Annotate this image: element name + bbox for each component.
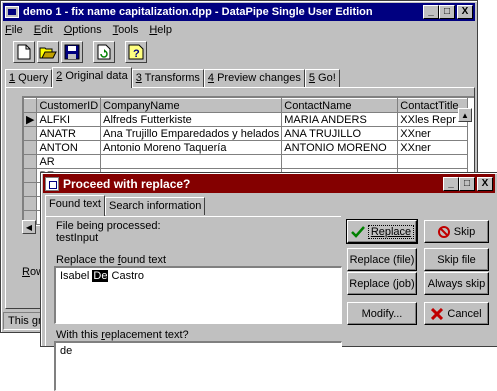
row-indicator-header [24,98,38,113]
refresh-icon [97,44,111,60]
save-button[interactable] [61,41,83,63]
save-icon [64,44,80,60]
found-text-after: Castro [108,270,144,282]
tab-query[interactable]: 1 Query [5,69,53,87]
table-cell[interactable]: ANTON [36,140,102,155]
current-row-indicator: ▶ [24,112,38,127]
tab-search-information[interactable]: Search information [104,197,206,215]
dialog-maximize-button[interactable]: □ [459,177,475,191]
table-cell[interactable]: MARIA ANDERS [281,112,399,127]
table-cell[interactable] [100,154,283,169]
toolbar: ? [13,41,147,63]
dialog-title-bar[interactable]: Proceed with replace? [43,174,495,193]
table-cell[interactable]: ANTONIO MORENO [281,140,399,155]
new-button[interactable] [13,41,35,63]
menu-edit[interactable]: Edit [34,24,53,36]
table-cell[interactable]: XXner [397,126,469,141]
checkmark-icon [350,225,365,238]
table-cell[interactable]: Antonio Moreno Taquería [100,140,283,155]
table-cell[interactable]: XXner [397,140,469,155]
tab-found-text[interactable]: Found text [45,195,105,216]
replace-button[interactable]: Replace [346,219,418,244]
dialog-title: Proceed with replace? [63,176,191,191]
file-processed-value: testInput [56,232,99,244]
modify-button[interactable]: Modify... [347,302,417,325]
help-icon: ? [128,44,144,60]
table-row[interactable]: AR [24,154,469,169]
table-cell[interactable] [397,154,469,169]
row-indicator [24,182,38,197]
table-cell[interactable]: ANATR [36,126,102,141]
menu-help[interactable]: Help [149,24,172,36]
replace-dialog: Proceed with replace? _ □ X Found text S… [40,172,497,391]
svg-text:?: ? [133,48,140,60]
scroll-up-arrow[interactable]: ▲ [458,108,472,122]
table-header-row: CustomerID CompanyName ContactName Conta… [24,98,469,113]
table-cell[interactable]: Alfreds Futterkiste [100,112,283,127]
menu-tools[interactable]: Tools [113,24,139,36]
table-row[interactable]: ANTON Antonio Moreno Taquería ANTONIO MO… [24,140,469,155]
scroll-left-arrow[interactable]: ◀ [22,220,36,234]
main-window-controls: _ □ X [423,5,473,19]
main-title: demo 1 - fix name capitalization.dpp - D… [23,6,373,18]
table-cell[interactable] [281,154,399,169]
minimize-button[interactable]: _ [423,5,439,19]
main-tabs: 1 Query 2 Original data 3 Transforms 4 P… [5,67,340,88]
no-entry-icon [437,225,450,238]
tab-original-data[interactable]: 2 Original data [52,67,132,88]
menu-file[interactable]: File [5,24,23,36]
replacement-text-label: With this replacement text? [56,329,189,341]
dialog-minimize-button[interactable]: _ [443,177,459,191]
row-indicator [24,154,38,169]
skip-file-button[interactable]: Skip file [424,248,489,271]
dialog-window-controls: _ □ X [443,177,493,191]
cancel-x-icon [431,307,444,320]
dialog-tabs: Found text Search information [45,195,206,216]
always-skip-button[interactable]: Always skip [424,272,489,295]
table-cell[interactable]: AR [36,154,102,169]
cancel-button[interactable]: Cancel [424,302,489,325]
tab-preview-changes[interactable]: 4 Preview changes [203,69,305,87]
close-button[interactable]: X [457,5,473,19]
menu-options[interactable]: Options [64,24,102,36]
found-text-field[interactable]: Isabel De Castro [54,266,342,324]
found-text-label: Replace the found text [56,254,167,266]
row-indicator [24,140,38,155]
open-button[interactable] [37,41,59,63]
found-text-panel: File being processed: testInput Replace … [45,216,342,391]
table-cell[interactable]: ALFKI [36,112,102,127]
help-button[interactable]: ? [125,41,147,63]
main-title-bar[interactable]: demo 1 - fix name capitalization.dpp - D… [3,3,475,21]
table-row[interactable]: ▶ ALFKI Alfreds Futterkiste MARIA ANDERS… [24,112,469,127]
column-header[interactable]: ContactName [281,98,399,113]
found-text-match: De [92,270,109,282]
dialog-close-button[interactable]: X [477,177,493,191]
row-indicator [24,168,38,183]
menu-bar: File Edit Options Tools Help [5,24,172,36]
tab-transforms[interactable]: 3 Transforms [131,69,204,87]
found-text-before: Isabel [60,270,93,282]
replace-file-button[interactable]: Replace (file) [347,248,417,271]
replacement-text-field[interactable]: de [54,341,342,391]
column-header[interactable]: CompanyName [100,98,283,113]
app-icon[interactable] [5,6,19,18]
file-processed-label: File being processed: [56,220,161,232]
skip-button[interactable]: Skip [424,220,489,243]
maximize-button[interactable]: □ [439,5,455,19]
replace-job-button[interactable]: Replace (job) [347,272,417,295]
table-cell[interactable]: ANA TRUJILLO [281,126,399,141]
table-cell[interactable]: Ana Trujillo Emparedados y helados [100,126,283,141]
refresh-button[interactable] [93,41,115,63]
column-header[interactable]: CustomerID [36,98,102,113]
dialog-icon [45,176,59,191]
tab-go[interactable]: 5 Go! [304,69,340,87]
row-indicator [24,126,38,141]
table-row[interactable]: ANATR Ana Trujillo Emparedados y helados… [24,126,469,141]
row-indicator [24,196,38,211]
open-icon [39,47,57,59]
new-icon [17,44,31,60]
